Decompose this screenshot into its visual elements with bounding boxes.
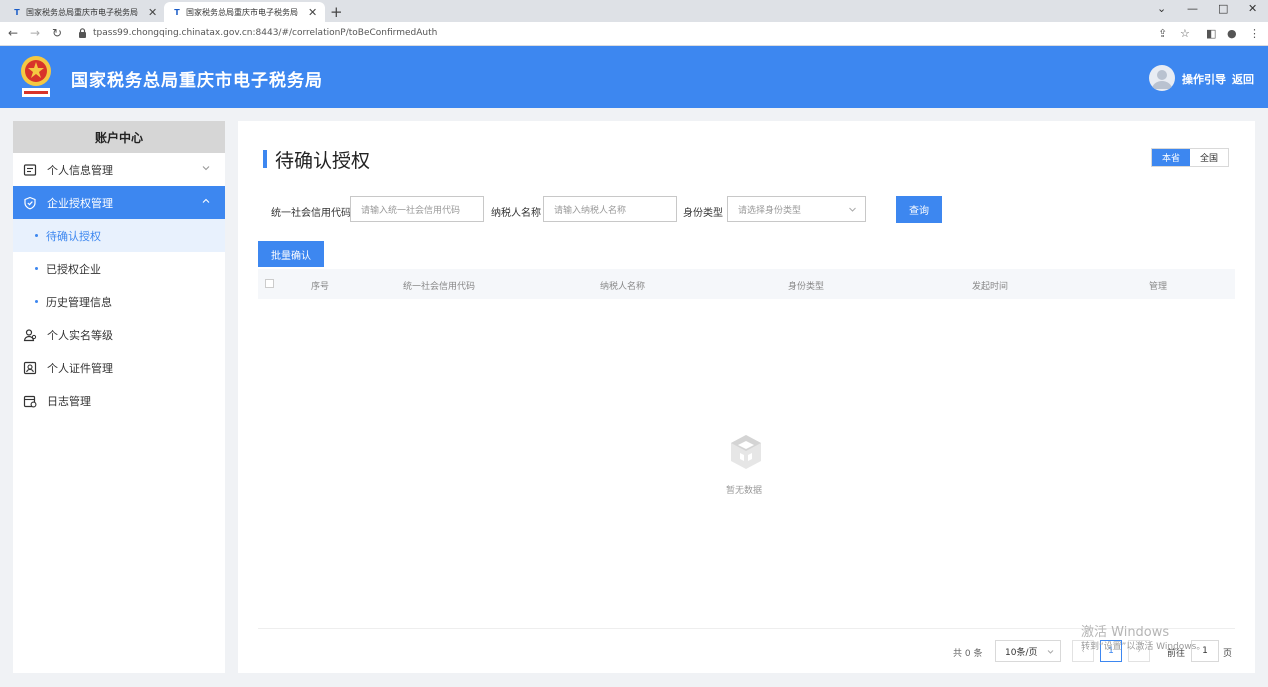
empty-box-icon [731, 435, 761, 469]
scope-local-button[interactable]: 本省 [1152, 149, 1190, 166]
app-header: 国家税务总局重庆市电子税务局 操作引导 返回 [0, 46, 1268, 108]
page-size-value: 10条/页 [1005, 647, 1038, 658]
back-arrow-icon[interactable]: ← [8, 26, 18, 40]
title-accent-bar [263, 150, 267, 168]
scope-national-button[interactable]: 全国 [1190, 149, 1228, 166]
column-header-taxpayer-name: 纳税人名称 [600, 282, 646, 292]
address-bar[interactable]: tpass99.chongqing.chinatax.gov.cn:8443/#… [78, 28, 437, 38]
browser-tab-1[interactable]: T 国家税务总局重庆市电子税务局 ✕ [4, 2, 165, 22]
credit-code-label: 统一社会信用代码 [271, 208, 351, 219]
sidebar-subitem-pending-auth[interactable]: 待确认授权 [13, 219, 225, 252]
pagination-total: 共 0 条 [953, 649, 983, 659]
column-header-index: 序号 [311, 282, 330, 292]
shield-check-icon [24, 196, 36, 209]
sidebar-item-label: 待确认授权 [46, 229, 101, 243]
sidebar-item-realname-level[interactable]: 个人实名等级 [13, 318, 225, 351]
new-tab-icon[interactable]: + [330, 3, 343, 21]
operation-guide-link[interactable]: 操作引导 [1182, 71, 1226, 87]
page-title-text: 待确认授权 [275, 149, 371, 172]
sidebar-item-label: 个人证件管理 [47, 361, 113, 375]
credit-code-input[interactable]: 请输入统一社会信用代码 [350, 196, 484, 222]
chevron-up-icon [202, 198, 210, 203]
tab-title: 国家税务总局重庆市电子税务局 [186, 7, 298, 17]
tab-search-icon[interactable]: ⌄ [1157, 2, 1166, 15]
column-header-manage: 管理 [1149, 282, 1168, 292]
lock-icon [79, 28, 86, 38]
sidebar-item-label: 已授权企业 [46, 262, 101, 276]
chevron-down-icon [849, 207, 856, 212]
chevron-down-icon [202, 166, 210, 171]
sidebar-subitem-history[interactable]: 历史管理信息 [13, 285, 225, 318]
user-icon [1152, 70, 1172, 89]
site-favicon-icon: T [14, 7, 20, 17]
id-card-icon [23, 163, 37, 176]
column-header-initiated-time: 发起时间 [972, 282, 1009, 292]
tax-emblem-logo [21, 56, 51, 97]
watermark-line-1: 激活 Windows [1081, 625, 1170, 640]
sidebar-item-label: 日志管理 [47, 394, 91, 408]
menu-dots-icon[interactable]: ⋮ [1249, 27, 1260, 40]
chevron-down-icon [1047, 650, 1054, 654]
watermark-line-2: 转到“设置”以激活 Windows。 [1081, 642, 1206, 652]
page-size-select[interactable]: 10条/页 [995, 640, 1061, 662]
column-header-credit-code: 统一社会信用代码 [403, 282, 476, 292]
bookmark-star-icon[interactable]: ☆ [1180, 27, 1190, 40]
sidebar-item-label: 个人实名等级 [47, 328, 113, 342]
user-avatar[interactable] [1149, 65, 1175, 91]
empty-state-text: 暂无数据 [726, 486, 763, 496]
main-panel: 待确认授权 本省 全国 统一社会信用代码 请输入统一社会信用代码 纳税人名称 请… [238, 121, 1255, 673]
bullet-dot-icon [35, 234, 38, 237]
column-header-identity-type: 身份类型 [788, 282, 825, 292]
goto-suffix-label: 页 [1223, 649, 1233, 659]
tab-close-icon[interactable]: ✕ [308, 6, 317, 19]
site-title: 国家税务总局重庆市电子税务局 [71, 71, 323, 91]
minimize-icon[interactable]: — [1187, 2, 1198, 15]
bullet-dot-icon [35, 267, 38, 270]
back-link[interactable]: 返回 [1232, 71, 1254, 87]
identity-type-label: 身份类型 [683, 208, 723, 219]
identity-type-select[interactable]: 请选择身份类型 [727, 196, 866, 222]
user-level-icon [23, 328, 37, 341]
select-all-checkbox[interactable] [265, 279, 274, 288]
maximize-icon[interactable]: □ [1218, 2, 1228, 15]
sidebar-item-personal-info[interactable]: 个人信息管理 [13, 153, 225, 186]
profile-icon[interactable]: ● [1227, 27, 1237, 40]
windows-activation-watermark: 激活 Windows 转到“设置”以激活 Windows。 [1081, 625, 1205, 655]
identity-type-placeholder: 请选择身份类型 [738, 205, 802, 216]
reload-icon[interactable]: ↻ [52, 26, 62, 40]
tab-title: 国家税务总局重庆市电子税务局 [26, 7, 138, 17]
share-icon[interactable]: ⇪ [1158, 27, 1167, 40]
sidebar: 账户中心 个人信息管理 企业授权管理 待确认授权 已授权企业 历史管理信息 个人… [13, 121, 225, 673]
url-text: tpass99.chongqing.chinatax.gov.cn:8443/#… [93, 28, 438, 38]
sidebar-title: 账户中心 [13, 121, 225, 153]
browser-tab-2[interactable]: T 国家税务总局重庆市电子税务局 ✕ [164, 2, 326, 22]
sidebar-subitem-authorized-enterprises[interactable]: 已授权企业 [13, 252, 225, 285]
sidebar-item-label: 历史管理信息 [46, 295, 112, 309]
sidepanel-icon[interactable]: ◧ [1206, 27, 1216, 40]
sidebar-item-enterprise-auth[interactable]: 企业授权管理 [13, 186, 225, 219]
sidebar-item-label: 个人信息管理 [47, 163, 113, 177]
tab-close-icon[interactable]: ✕ [148, 6, 157, 19]
scope-toggle: 本省 全国 [1151, 148, 1229, 167]
sidebar-item-id-documents[interactable]: 个人证件管理 [13, 351, 225, 384]
batch-confirm-button[interactable]: 批量确认 [258, 241, 324, 267]
table-header: 序号 统一社会信用代码 纳税人名称 身份类型 发起时间 管理 [258, 269, 1235, 299]
window-close-icon[interactable]: ✕ [1248, 2, 1257, 15]
page-title: 待确认授权 [263, 147, 371, 172]
browser-tabstrip: T 国家税务总局重庆市电子税务局 ✕ T 国家税务总局重庆市电子税务局 ✕ + … [0, 0, 1268, 22]
forward-arrow-icon[interactable]: → [30, 26, 40, 40]
query-button[interactable]: 查询 [896, 196, 942, 223]
sidebar-item-logs[interactable]: 日志管理 [13, 384, 225, 417]
sidebar-item-label: 企业授权管理 [47, 196, 113, 210]
taxpayer-name-label: 纳税人名称 [491, 208, 541, 219]
taxpayer-name-input[interactable]: 请输入纳税人名称 [543, 196, 677, 222]
log-calendar-icon [23, 395, 37, 407]
certificate-icon [23, 361, 37, 374]
site-favicon-icon: T [174, 7, 180, 17]
bullet-dot-icon [35, 300, 38, 303]
browser-toolbar: ← → ↻ tpass99.chongqing.chinatax.gov.cn:… [0, 22, 1268, 46]
